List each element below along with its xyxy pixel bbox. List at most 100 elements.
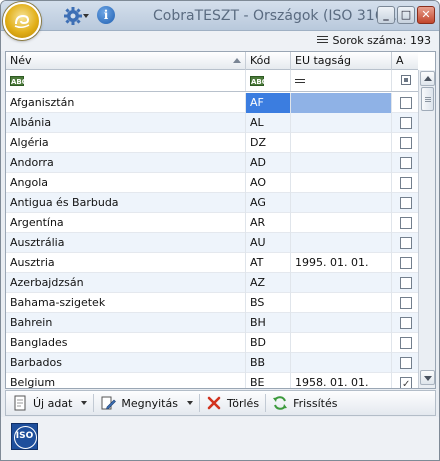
active-checkbox[interactable] — [400, 297, 412, 309]
equals-filter-icon[interactable] — [295, 79, 305, 83]
cell-code[interactable]: BB — [246, 353, 291, 373]
cell-name[interactable]: Banglades — [6, 333, 246, 353]
active-checkbox[interactable] — [400, 237, 412, 249]
active-checkbox[interactable] — [400, 337, 412, 349]
cell-eu[interactable] — [291, 333, 392, 353]
cell-code[interactable]: BS — [246, 293, 291, 313]
cell-name[interactable]: Algéria — [6, 133, 246, 153]
active-checkbox[interactable] — [400, 357, 412, 369]
text-filter-icon[interactable]: ABC — [250, 76, 267, 86]
active-checkbox[interactable] — [400, 375, 412, 388]
active-checkbox[interactable] — [400, 137, 412, 149]
title-bar[interactable]: i CobraTESZT - Országok (ISO 316... _ □ … — [1, 1, 439, 31]
table-row[interactable]: Andorra AD — [6, 153, 418, 173]
active-checkbox[interactable] — [400, 157, 412, 169]
tri-state-checkbox[interactable] — [401, 75, 411, 85]
cell-eu[interactable] — [291, 273, 392, 293]
active-checkbox[interactable] — [400, 97, 412, 109]
active-checkbox[interactable] — [400, 317, 412, 329]
scroll-up-button[interactable] — [420, 71, 435, 86]
cell-name[interactable]: Angola — [6, 173, 246, 193]
cell-name[interactable]: Azerbajdzsán — [6, 273, 246, 293]
cell-name[interactable]: Ausztrália — [6, 233, 246, 253]
chevron-down-icon[interactable] — [186, 401, 193, 405]
chevron-down-icon[interactable] — [81, 401, 88, 405]
table-row[interactable]: Azerbajdzsán AZ — [6, 273, 418, 293]
cell-code[interactable]: BD — [246, 333, 291, 353]
scroll-thumb[interactable] — [421, 87, 434, 111]
settings-gear-icon[interactable] — [63, 6, 83, 26]
column-header-active[interactable]: A — [392, 52, 418, 70]
scroll-down-button[interactable] — [420, 370, 435, 385]
refresh-button[interactable]: Frissítés — [266, 392, 343, 414]
table-row[interactable]: Barbados BB — [6, 353, 418, 373]
cell-code[interactable]: AO — [246, 173, 291, 193]
active-checkbox[interactable] — [400, 277, 412, 289]
cell-code[interactable]: AD — [246, 153, 291, 173]
vertical-scrollbar[interactable] — [418, 70, 435, 388]
cell-eu[interactable] — [291, 313, 392, 333]
cell-name[interactable]: Belgium — [6, 373, 246, 388]
cell-name[interactable]: Argentína — [6, 213, 246, 233]
filter-cell-eu[interactable] — [291, 70, 392, 91]
table-row[interactable]: Bahama-szigetek BS — [6, 293, 418, 313]
cell-code[interactable]: AT — [246, 253, 291, 273]
cell-code[interactable]: AF — [246, 93, 291, 113]
cell-eu[interactable] — [291, 353, 392, 373]
cell-name[interactable]: Albánia — [6, 113, 246, 133]
table-row[interactable]: Afganisztán AF — [6, 93, 418, 113]
cell-eu[interactable] — [291, 233, 392, 253]
column-header-name[interactable]: Név — [6, 52, 246, 70]
cell-name[interactable]: Bahrein — [6, 313, 246, 333]
table-row[interactable]: Belgium BE 1958. 01. 01. — [6, 373, 418, 388]
active-checkbox[interactable] — [400, 177, 412, 189]
cell-name[interactable]: Afganisztán — [6, 93, 246, 113]
countries-grid[interactable]: Név Kód EU tagság A ABC ABC Afganisztán … — [5, 51, 436, 389]
cell-eu[interactable] — [291, 293, 392, 313]
table-row[interactable]: Angola AO — [6, 173, 418, 193]
cell-eu[interactable] — [291, 93, 392, 113]
cell-name[interactable]: Andorra — [6, 153, 246, 173]
cell-code[interactable]: DZ — [246, 133, 291, 153]
table-row[interactable]: Algéria DZ — [6, 133, 418, 153]
cell-name[interactable]: Bahama-szigetek — [6, 293, 246, 313]
cell-eu[interactable]: 1958. 01. 01. — [291, 373, 392, 388]
info-icon[interactable]: i — [97, 6, 115, 24]
minimize-button[interactable]: _ — [377, 6, 395, 24]
active-checkbox[interactable] — [400, 257, 412, 269]
active-checkbox[interactable] — [400, 217, 412, 229]
cell-eu[interactable] — [291, 153, 392, 173]
cell-eu[interactable] — [291, 133, 392, 153]
column-header-code[interactable]: Kód — [246, 52, 291, 70]
active-checkbox[interactable] — [400, 117, 412, 129]
table-row[interactable]: Antigua és Barbuda AG — [6, 193, 418, 213]
active-checkbox[interactable] — [400, 197, 412, 209]
delete-button[interactable]: Törlés — [200, 392, 265, 414]
gear-dropdown-arrow-icon[interactable] — [83, 13, 89, 19]
maximize-button[interactable]: □ — [397, 6, 415, 24]
cell-name[interactable]: Ausztria — [6, 253, 246, 273]
open-button[interactable]: Megnyitás — [94, 392, 199, 414]
cell-eu[interactable] — [291, 213, 392, 233]
cell-code[interactable]: AL — [246, 113, 291, 133]
cell-code[interactable]: AG — [246, 193, 291, 213]
column-header-eu[interactable]: EU tagság — [291, 52, 392, 70]
table-row[interactable]: Ausztria AT 1995. 01. 01. — [6, 253, 418, 273]
table-row[interactable]: Argentína AR — [6, 213, 418, 233]
table-row[interactable]: Bahrein BH — [6, 313, 418, 333]
text-filter-icon[interactable]: ABC — [10, 76, 27, 86]
cell-code[interactable]: BE — [246, 373, 291, 388]
cell-name[interactable]: Barbados — [6, 353, 246, 373]
cell-code[interactable]: AR — [246, 213, 291, 233]
cell-eu[interactable] — [291, 113, 392, 133]
table-row[interactable]: Albánia AL — [6, 113, 418, 133]
cell-eu[interactable] — [291, 193, 392, 213]
table-row[interactable]: Banglades BD — [6, 333, 418, 353]
app-menu-orb-icon[interactable] — [3, 2, 41, 40]
close-button[interactable]: ✕ — [417, 6, 435, 24]
filter-cell-active[interactable] — [392, 70, 418, 91]
cell-code[interactable]: AZ — [246, 273, 291, 293]
cell-code[interactable]: AU — [246, 233, 291, 253]
cell-eu[interactable] — [291, 173, 392, 193]
cell-eu[interactable]: 1995. 01. 01. — [291, 253, 392, 273]
